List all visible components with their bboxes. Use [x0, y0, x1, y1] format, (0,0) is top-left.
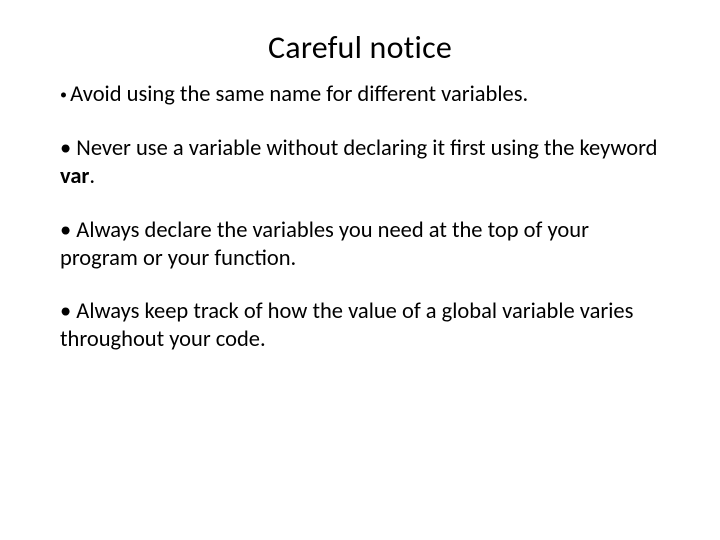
bullet-item: • Never use a variable without declaring…: [60, 135, 660, 191]
bullet-list: • Avoid using the same name for differen…: [60, 81, 660, 354]
bullet-text: .: [89, 163, 95, 190]
bullet-item: • Always declare the variables you need …: [60, 217, 660, 273]
slide: Careful notice • Avoid using the same na…: [0, 0, 720, 540]
bullet-text: Always keep track of how the value of a …: [60, 298, 633, 353]
bullet-text: Never use a variable without declaring i…: [76, 135, 657, 162]
bullet-dot-icon: •: [60, 135, 76, 162]
bullet-item: • Avoid using the same name for differen…: [60, 81, 660, 109]
bullet-dot-icon: •: [60, 298, 76, 325]
slide-title: Careful notice: [60, 28, 660, 67]
bullet-dot-icon: •: [60, 217, 76, 244]
bullet-text-bold: var: [60, 163, 89, 190]
bullet-text: Avoid using the same name for different …: [70, 81, 528, 108]
bullet-item: • Always keep track of how the value of …: [60, 298, 660, 354]
bullet-text: Always declare the variables you need at…: [60, 217, 589, 272]
bullet-dot-icon: •: [60, 86, 70, 103]
